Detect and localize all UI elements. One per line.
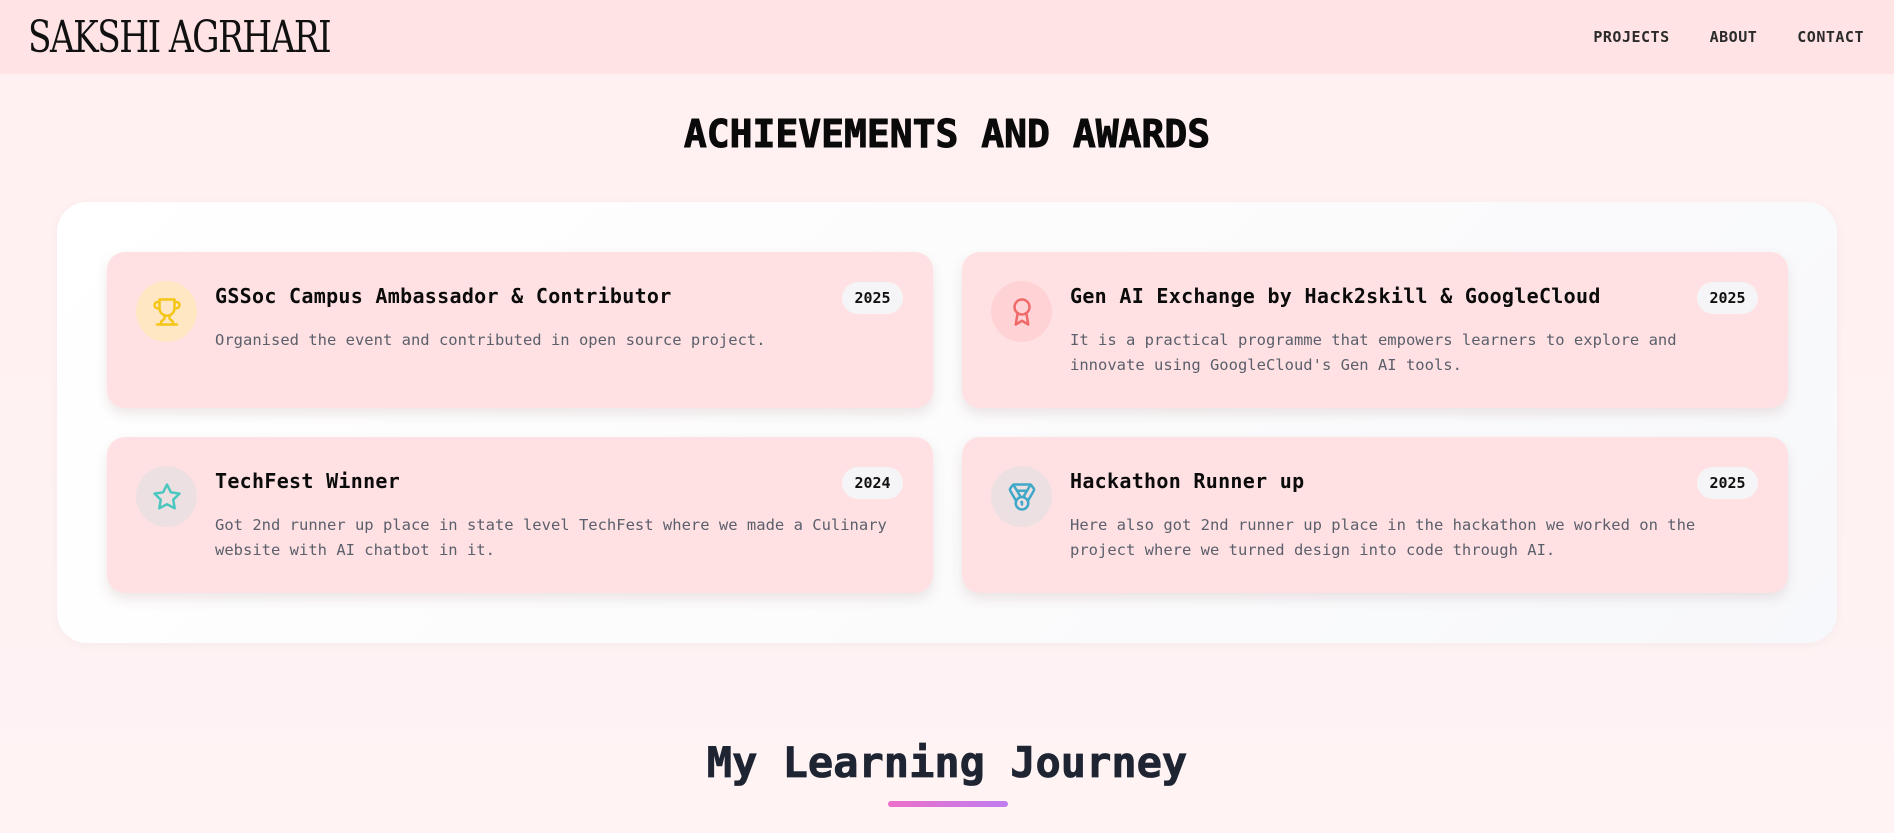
year-badge: 2025 [1697,282,1758,314]
year-badge: 2025 [842,282,903,314]
achievements-panel: GSSoc Campus Ambassador & Contributor 20… [57,202,1837,643]
brand-logo[interactable]: SAKSHI AGRHARI [28,12,332,63]
medal-icon [991,466,1052,527]
achievement-description: Here also got 2nd runner up place in the… [1070,516,1696,559]
achievement-card-genai: Gen AI Exchange by Hack2skill & GoogleCl… [962,252,1788,408]
achievement-title: Gen AI Exchange by Hack2skill & GoogleCl… [1070,284,1601,308]
achievement-card-techfest: TechFest Winner 2024 Got 2nd runner up p… [107,437,933,593]
achievement-description: It is a practical programme that empower… [1070,331,1677,374]
year-badge: 2025 [1697,467,1758,499]
achievement-card-gssoc: GSSoc Campus Ambassador & Contributor 20… [107,252,933,408]
achievements-title: ACHIEVEMENTS AND AWARDS [683,112,1211,157]
achievement-description: Got 2nd runner up place in state level T… [215,516,887,559]
nav-links: PROJECTS ABOUT CONTACT [1593,28,1864,46]
achievement-card-hackathon: Hackathon Runner up 2025 Here also got 2… [962,437,1788,593]
navbar: SAKSHI AGRHARI PROJECTS ABOUT CONTACT [0,0,1894,74]
trophy-icon [136,281,197,342]
ribbon-award-icon [991,281,1052,342]
star-icon [136,466,197,527]
achievement-title: GSSoc Campus Ambassador & Contributor [215,284,672,308]
nav-link-projects[interactable]: PROJECTS [1593,28,1669,46]
learning-journey-title: My Learning Journey [706,738,1188,788]
achievement-description: Organised the event and contributed in o… [215,331,766,349]
achievement-title: Hackathon Runner up [1070,469,1305,493]
year-badge: 2024 [842,467,903,499]
achievement-title: TechFest Winner [215,469,401,493]
nav-link-about[interactable]: ABOUT [1710,28,1758,46]
title-underline [888,801,1008,807]
nav-link-contact[interactable]: CONTACT [1797,28,1864,46]
